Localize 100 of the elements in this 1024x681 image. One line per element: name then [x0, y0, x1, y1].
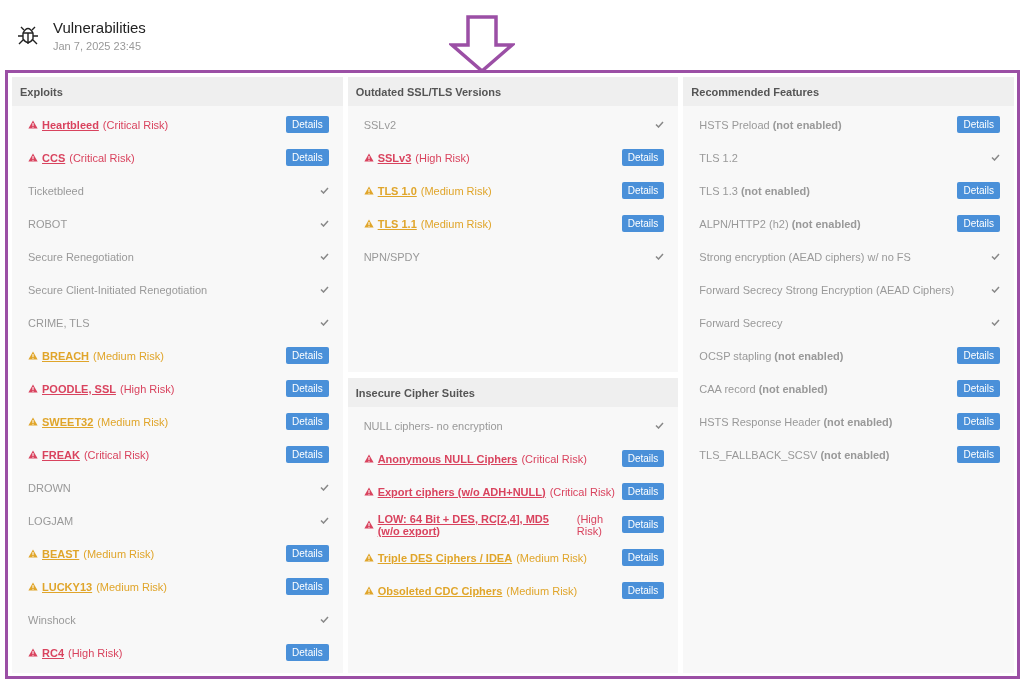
item-label: Ticketbleed — [28, 184, 84, 197]
item-label: Winshock — [28, 613, 76, 626]
details-button[interactable]: Details — [621, 149, 665, 166]
details-button[interactable]: Details — [286, 446, 329, 463]
risk-label: (High Risk) — [68, 646, 123, 659]
feature-label: TLS 1.3 (not enabled) — [699, 184, 810, 197]
risk-label: (Critical Risk) — [549, 485, 615, 498]
vulnerability-link[interactable]: TLS 1.0 — [377, 184, 417, 197]
section-title: Insecure Cipher Suites — [347, 378, 679, 407]
feature-label: HSTS Response Header (not enabled) — [699, 415, 893, 428]
check-icon — [991, 154, 1000, 161]
details-button[interactable]: Details — [957, 347, 1000, 364]
vulnerability-link[interactable]: BEAST — [42, 547, 80, 560]
details-button[interactable]: Details — [957, 380, 1000, 397]
check-icon — [319, 517, 329, 524]
details-button[interactable]: Details — [957, 413, 1000, 430]
feature-label: TLS_FALLBACK_SCSV (not enabled) — [699, 448, 890, 461]
details-button[interactable]: Details — [286, 380, 329, 397]
check-icon — [319, 484, 329, 491]
check-icon — [319, 286, 329, 293]
risk-label: (High Risk) — [576, 512, 605, 537]
warning-icon — [363, 153, 374, 162]
risk-label: (Critical Risk) — [521, 452, 587, 465]
risk-label: (Medium Risk) — [420, 184, 492, 197]
details-button[interactable]: Details — [621, 549, 665, 566]
warning-icon — [363, 520, 374, 529]
item-label: Forward Secrecy — [699, 316, 783, 329]
timestamp: Jan 7, 2025 23:45 — [53, 39, 143, 52]
feature-label: ALPN/HTTP2 (h2) (not enabled) — [699, 217, 861, 230]
item-label: DROWN — [28, 481, 71, 494]
risk-label: (High Risk) — [415, 151, 470, 164]
vulnerability-link[interactable]: LOW: 64 Bit + DES, RC[2,4], MD5 (w/o export) — [377, 512, 573, 537]
item-label: NPN/SPDY — [363, 250, 420, 263]
vulnerability-link[interactable]: LUCKY13 — [42, 580, 93, 593]
details-button[interactable]: Details — [957, 446, 1000, 463]
check-icon — [991, 286, 1000, 293]
vulnerability-link[interactable]: CCS — [42, 151, 66, 164]
vulnerability-link[interactable]: Export ciphers (w/o ADH+NULL) — [377, 485, 546, 498]
warning-icon — [363, 553, 374, 562]
risk-label: (Medium Risk) — [93, 349, 164, 362]
warning-icon — [363, 186, 374, 195]
warning-icon — [28, 648, 38, 657]
vulnerability-link[interactable]: FREAK — [42, 448, 80, 461]
warning-icon — [28, 549, 38, 558]
vulnerability-link[interactable]: BREACH — [42, 349, 90, 362]
vulnerability-link[interactable]: POODLE, SSL — [42, 382, 116, 395]
risk-label: (Critical Risk) — [102, 118, 169, 131]
check-icon — [319, 616, 329, 623]
details-button[interactable]: Details — [957, 182, 1000, 199]
check-icon — [991, 253, 1000, 260]
details-button[interactable]: Details — [621, 582, 665, 599]
details-button[interactable]: Details — [621, 182, 665, 199]
details-button[interactable]: Details — [957, 116, 1000, 133]
item-label: Strong encryption (AEAD ciphers) w/ no FS — [699, 250, 911, 263]
details-button[interactable]: Details — [286, 644, 329, 661]
risk-label: (Critical Risk) — [69, 151, 135, 164]
warning-icon — [28, 417, 38, 426]
vulnerability-link[interactable]: Triple DES Ciphers / IDEA — [377, 551, 513, 564]
vulnerability-link[interactable]: Heartbleed — [42, 118, 99, 131]
warning-icon — [28, 120, 38, 129]
check-icon — [319, 319, 329, 326]
item-label: Secure Client-Initiated Renegotiation — [28, 283, 208, 296]
item-label: NULL ciphers- no encryption — [363, 419, 503, 432]
check-icon — [991, 319, 1000, 326]
vulnerability-link[interactable]: SWEET32 — [42, 415, 94, 428]
details-button[interactable]: Details — [621, 450, 665, 467]
risk-label: (Medium Risk) — [96, 580, 168, 593]
risk-label: (Medium Risk) — [516, 551, 588, 564]
item-label: SSLv2 — [363, 118, 397, 131]
risk-label: (Medium Risk) — [83, 547, 155, 560]
vulnerability-link[interactable]: Obsoleted CDC Ciphers — [377, 584, 503, 597]
check-icon — [319, 253, 329, 260]
details-button[interactable]: Details — [286, 545, 329, 562]
risk-label: (Critical Risk) — [83, 448, 150, 461]
vulnerability-link[interactable]: TLS 1.1 — [377, 217, 417, 230]
page-title: Vulnerabilities — [53, 18, 146, 36]
details-button[interactable]: Details — [286, 413, 329, 430]
warning-icon — [363, 219, 374, 228]
details-button[interactable]: Details — [957, 215, 1000, 232]
details-button[interactable]: Details — [286, 347, 329, 364]
details-button[interactable]: Details — [286, 116, 329, 133]
feature-label: OCSP stapling (not enabled) — [699, 349, 844, 362]
feature-label: CAA record (not enabled) — [699, 382, 828, 395]
details-button[interactable]: Details — [621, 215, 665, 232]
details-button[interactable]: Details — [286, 578, 329, 595]
details-button[interactable]: Details — [621, 516, 665, 533]
warning-icon — [28, 582, 38, 591]
vulnerability-link[interactable]: RC4 — [42, 646, 64, 659]
check-icon — [319, 187, 329, 194]
vulnerability-link[interactable]: SSLv3 — [377, 151, 412, 164]
warning-icon — [28, 450, 38, 459]
vulnerability-link[interactable]: Anonymous NULL Ciphers — [377, 452, 518, 465]
check-icon — [655, 121, 665, 128]
item-label: Forward Secrecy Strong Encryption (AEAD Ciphers) — [699, 283, 955, 296]
warning-icon — [363, 487, 374, 496]
check-icon — [655, 253, 665, 260]
section-title: Outdated SSL/TLS Versions — [347, 77, 679, 106]
details-button[interactable]: Details — [286, 149, 329, 166]
warning-icon — [363, 454, 374, 463]
details-button[interactable]: Details — [621, 483, 665, 500]
